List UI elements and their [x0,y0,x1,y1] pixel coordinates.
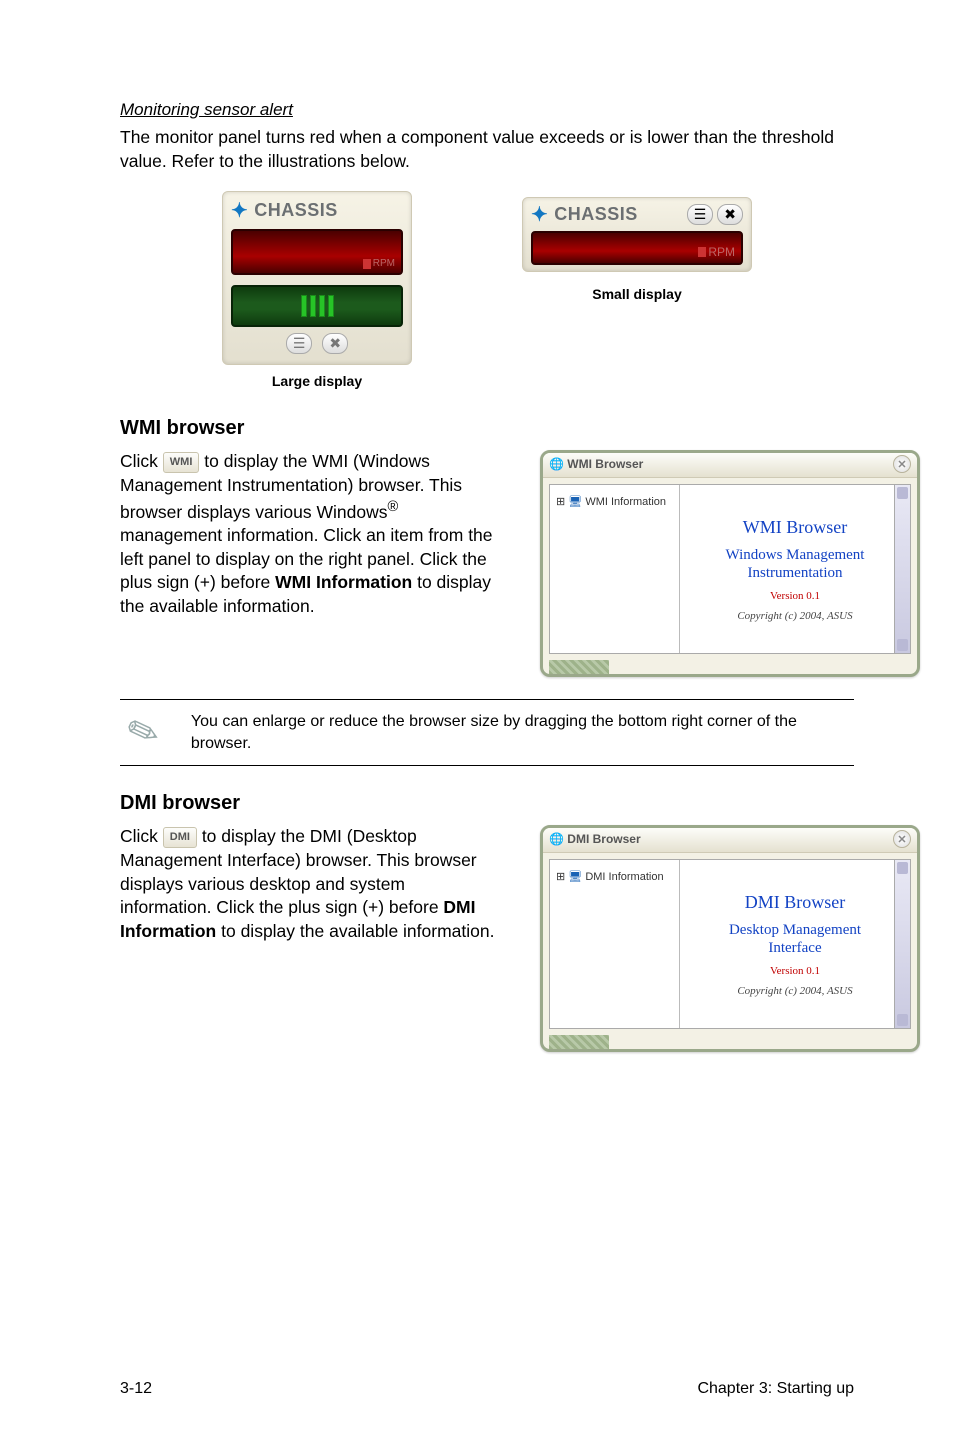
dmi-tree-item[interactable]: DMI Information [585,871,663,883]
wmi-tree-item[interactable]: WMI Information [585,496,666,508]
fan-icon: ✦ [231,198,248,223]
wmi-heading: WMI browser [120,417,854,440]
note-text: You can enlarge or reduce the browser si… [191,711,846,754]
dmi-tree-pane[interactable]: ⊞ 🖥 DMI Information [550,860,680,1028]
large-caption: Large display [272,373,362,389]
dmi-title-text: DMI Browser [745,892,846,913]
wmi-window-title: 🌐 WMI Browser [549,457,643,471]
dmi-browser-window: 🌐 DMI Browser ✕ ⊞ 🖥 DMI Information DMI … [540,825,920,1052]
resize-grip[interactable] [549,660,609,674]
chassis-small-label: CHASSIS [554,204,638,225]
wmi-paragraph: Click WMI to display the WMI (Windows Ma… [120,450,500,618]
dmi-paragraph: Click DMI to display the DMI (Desktop Ma… [120,825,500,943]
chassis-large-panel: ✦ CHASSIS RPM ☰ ✖ [222,191,412,365]
page-number: 3-12 [120,1380,152,1398]
note-box: ✎ You can enlarge or reduce the browser … [120,699,854,766]
wmi-copyright: Copyright (c) 2004, ASUS [737,610,852,622]
chassis-large-label: CHASSIS [254,200,338,221]
config-icon[interactable]: ☰ [286,333,313,354]
chassis-small-panel: ✦ CHASSIS ☰ ✖ RPM [522,197,752,272]
close-icon[interactable]: ✕ [893,830,911,848]
dmi-content-pane: DMI Browser Desktop ManagementInterface … [680,860,910,1028]
rpm-indicator-icon [698,247,706,257]
close-icon[interactable]: ✖ [717,204,743,225]
close-icon[interactable]: ✕ [893,455,911,473]
rpm-indicator-icon [363,259,371,269]
wmi-version: Version 0.1 [770,590,820,602]
wmi-browser-window: 🌐 WMI Browser ✕ ⊞ 🖥 WMI Information WMI … [540,450,920,677]
scrollbar[interactable] [894,860,910,1028]
wmi-subtitle-text: Windows ManagementInstrumentation [726,546,865,582]
wmi-title-text: WMI Browser [743,517,847,538]
dmi-button[interactable]: DMI [163,827,197,848]
monitoring-heading: Monitoring sensor alert [120,100,854,120]
dmi-window-title: 🌐 DMI Browser [549,832,641,846]
pencil-icon: ✎ [114,704,173,762]
config-icon[interactable]: ☰ [687,204,714,225]
chapter-label: Chapter 3: Starting up [697,1380,854,1398]
wmi-button[interactable]: WMI [163,452,200,473]
lcd-red-small: RPM [531,231,743,265]
wmi-content-pane: WMI Browser Windows ManagementInstrument… [680,485,910,653]
rpm-label-small: RPM [708,245,735,259]
dmi-version: Version 0.1 [770,965,820,977]
dmi-heading: DMI browser [120,792,854,815]
close-icon[interactable]: ✖ [322,333,348,354]
dmi-copyright: Copyright (c) 2004, ASUS [737,985,852,997]
monitoring-body: The monitor panel turns red when a compo… [120,126,854,173]
wmi-tree-pane[interactable]: ⊞ 🖥 WMI Information [550,485,680,653]
fan-icon: ✦ [531,202,548,227]
scrollbar[interactable] [894,485,910,653]
lcd-green [231,285,403,327]
lcd-red-large: RPM [231,229,403,275]
rpm-label-large: RPM [373,258,395,269]
resize-grip[interactable] [549,1035,609,1049]
small-caption: Small display [592,286,681,302]
dmi-subtitle-text: Desktop ManagementInterface [729,921,861,957]
